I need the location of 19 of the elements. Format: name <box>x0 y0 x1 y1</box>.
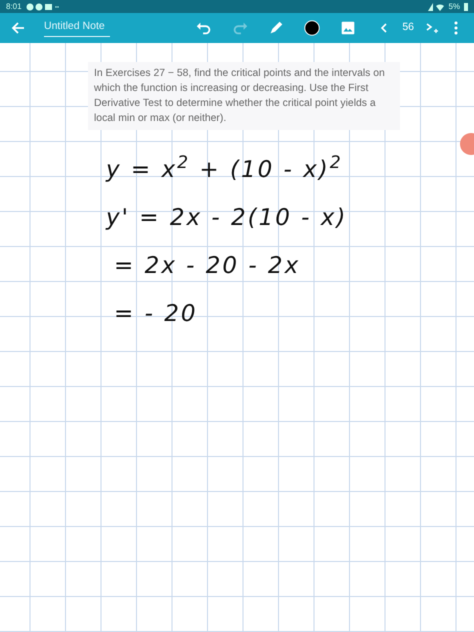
chevron-plus-icon <box>426 22 438 34</box>
color-swatch-icon <box>303 19 322 37</box>
handwritten-math-line: y = x$^{2}$ + (10 - x)$^{2}$ <box>106 152 344 185</box>
handwritten-math-line: y' = 2x - 2(10 - x) <box>106 204 348 233</box>
signal-wifi-icons <box>428 2 444 10</box>
battery-percent: 5% <box>448 0 460 12</box>
color-button[interactable] <box>302 18 322 38</box>
page-number: 56 <box>402 20 414 36</box>
note-title-field[interactable]: Untitled Note <box>44 19 110 37</box>
chevron-left-icon <box>380 23 388 33</box>
exercise-prompt: In Exercises 27 − 58, find the critical points and the intervals on which the function is increasing or decreasing. Use the First Derivative Test to determine whether the critical point yields a local min or max (or neither). <box>88 62 400 130</box>
handwritten-math-line: = 2x - 20 - 2x <box>114 252 302 281</box>
battery-icon <box>464 2 468 10</box>
clock-time: 8:01 <box>6 0 22 12</box>
handwritten-math-line: = - 20 <box>114 300 198 329</box>
kebab-menu-icon <box>454 21 458 35</box>
back-arrow-icon <box>11 21 25 35</box>
image-icon <box>339 19 358 37</box>
notification-icons <box>26 2 60 10</box>
